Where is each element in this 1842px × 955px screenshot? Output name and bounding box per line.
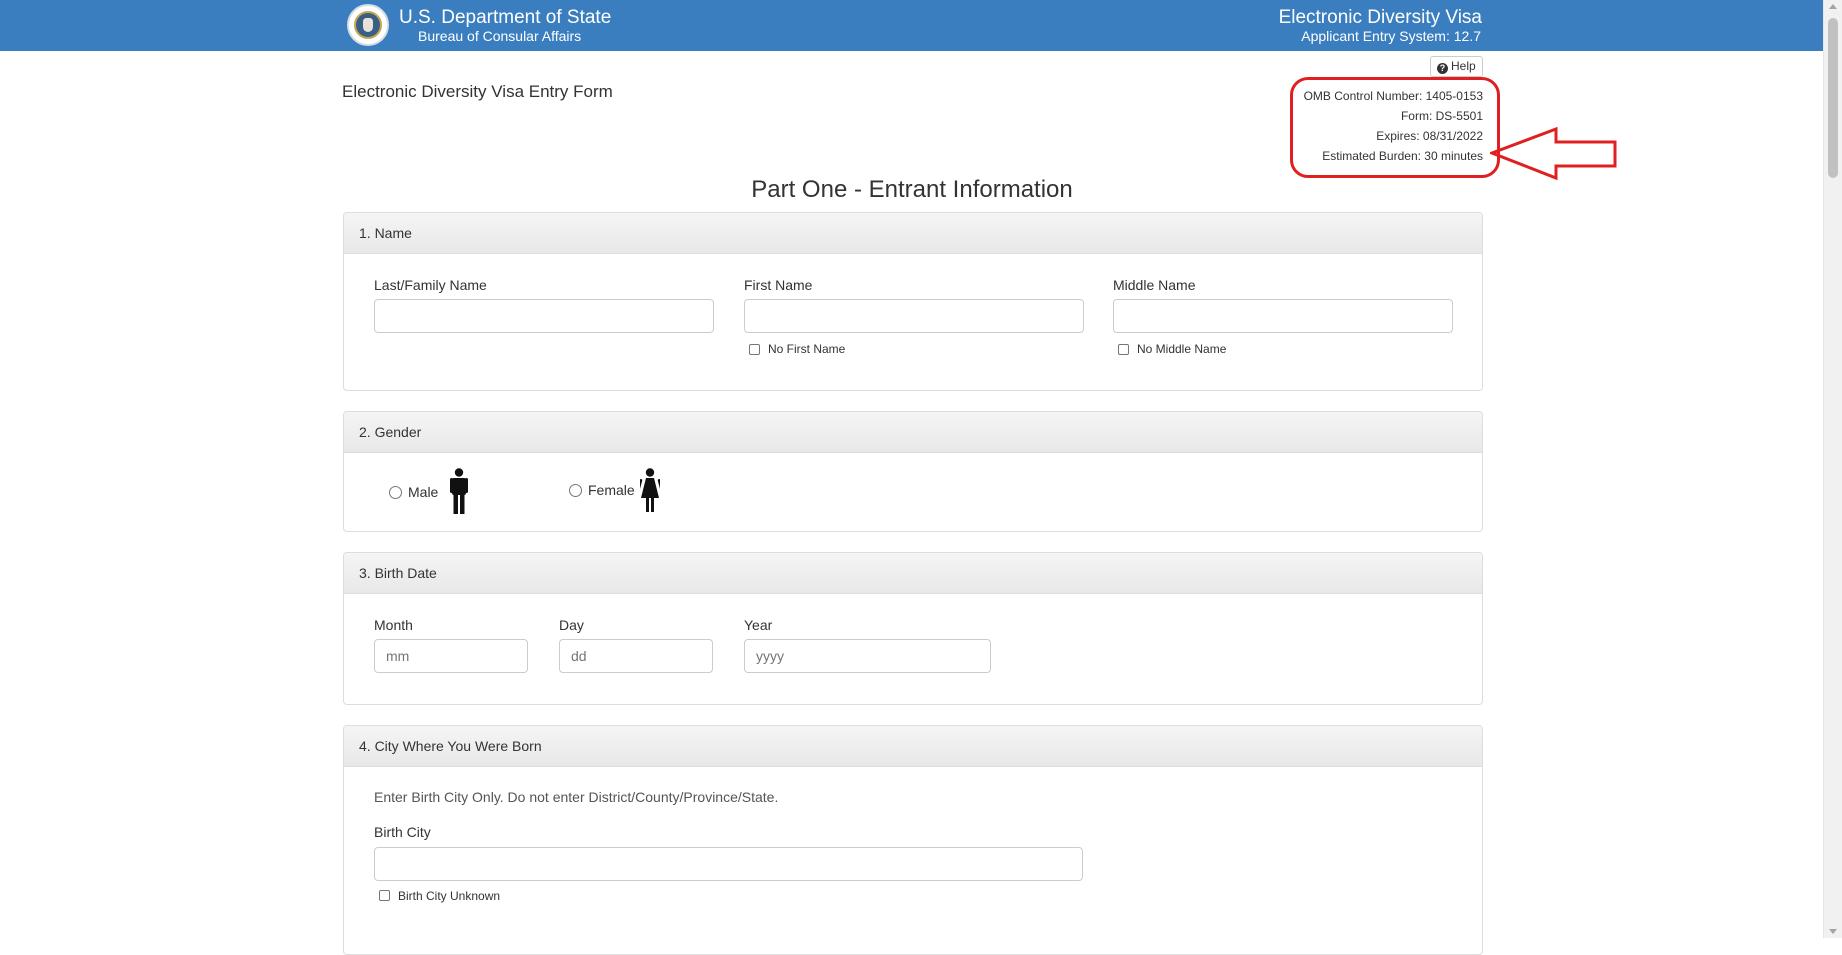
annotation-highlight-box xyxy=(1290,77,1500,178)
birth-date-section-title: 3. Birth Date xyxy=(344,553,1482,594)
birth-city-section-title: 4. City Where You Were Born xyxy=(344,726,1482,767)
female-figure-icon xyxy=(640,468,660,512)
department-name: U.S. Department of State xyxy=(399,7,612,28)
female-label: Female xyxy=(588,482,635,498)
name-section-title: 1. Name xyxy=(344,213,1482,254)
no-middle-name-label: No Middle Name xyxy=(1137,342,1227,356)
gender-section: 2. Gender Male Female xyxy=(343,411,1483,532)
part-title: Part One - Entrant Information xyxy=(751,176,1073,203)
birth-date-section: 3. Birth Date Month Day Year xyxy=(343,552,1483,705)
female-radio[interactable] xyxy=(569,484,582,497)
no-first-name-label: No First Name xyxy=(768,342,846,356)
first-name-input[interactable] xyxy=(744,299,1084,333)
middle-name-label: Middle Name xyxy=(1113,277,1196,293)
last-name-input[interactable] xyxy=(374,299,714,333)
no-middle-name-checkbox[interactable] xyxy=(1118,344,1129,355)
birth-city-instructions: Enter Birth City Only. Do not enter Dist… xyxy=(374,789,779,805)
birth-city-input[interactable] xyxy=(374,847,1083,881)
month-label: Month xyxy=(374,617,413,633)
form-title: Electronic Diversity Visa Entry Form xyxy=(342,82,613,101)
no-first-name-checkbox[interactable] xyxy=(749,344,760,355)
scroll-up-arrow-icon[interactable] xyxy=(1829,4,1837,9)
birth-city-label: Birth City xyxy=(374,824,431,840)
day-input[interactable] xyxy=(559,639,713,673)
app-subtitle: Applicant Entry System: 12.7 xyxy=(1301,28,1481,44)
day-label: Day xyxy=(559,617,584,633)
year-input[interactable] xyxy=(744,639,991,673)
department-seal-icon xyxy=(347,4,389,46)
male-figure-icon xyxy=(450,468,468,514)
name-section: 1. Name Last/Family Name First Name No F… xyxy=(343,212,1483,391)
birth-city-unknown-checkbox[interactable] xyxy=(379,890,390,901)
scroll-down-arrow-icon[interactable] xyxy=(1829,929,1837,934)
bureau-name: Bureau of Consular Affairs xyxy=(418,28,582,44)
middle-name-input[interactable] xyxy=(1113,299,1453,333)
first-name-label: First Name xyxy=(744,277,813,293)
last-name-label: Last/Family Name xyxy=(374,277,487,293)
month-input[interactable] xyxy=(374,639,528,673)
male-label: Male xyxy=(408,484,439,500)
help-button[interactable]: ? Help xyxy=(1430,56,1483,77)
birth-city-unknown-label: Birth City Unknown xyxy=(398,889,501,903)
app-title: Electronic Diversity Visa xyxy=(1278,7,1482,28)
scrollbar-thumb[interactable] xyxy=(1828,18,1838,178)
male-radio[interactable] xyxy=(389,486,402,499)
birth-city-section: 4. City Where You Were Born Enter Birth … xyxy=(343,725,1483,955)
page-scrollbar[interactable] xyxy=(1823,0,1842,938)
annotation-arrow-icon xyxy=(1490,126,1617,181)
site-header: U.S. Department of State Bureau of Consu… xyxy=(0,0,1824,51)
year-label: Year xyxy=(744,617,773,633)
help-label: Help xyxy=(1451,59,1476,73)
gender-section-title: 2. Gender xyxy=(344,412,1482,453)
question-circle-icon: ? xyxy=(1437,63,1448,74)
